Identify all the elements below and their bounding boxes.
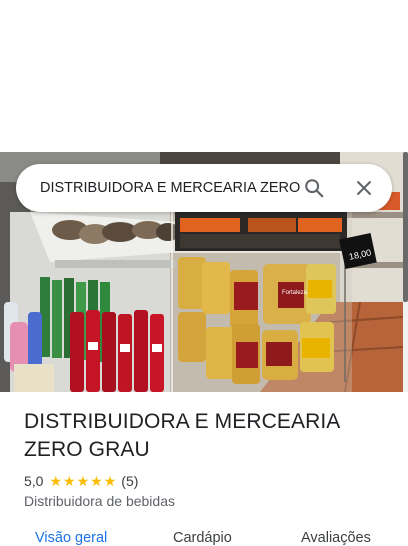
brand-label: Fortaleza <box>282 290 308 296</box>
search-icon <box>305 179 324 198</box>
rating-row[interactable]: 5,0 ★ ★ ★ ★ ★ (5) <box>24 472 138 490</box>
place-category[interactable]: Distribuidora de bebidas <box>24 493 175 509</box>
star-icon: ★ <box>63 473 76 489</box>
star-icon: ★ <box>76 473 90 489</box>
star-icon: ★ <box>90 473 103 489</box>
search-bar <box>16 164 392 212</box>
rating-stars: ★ ★ ★ ★ ★ <box>49 474 117 488</box>
search-input[interactable] <box>40 164 304 212</box>
review-count[interactable]: (5) <box>121 473 138 489</box>
rating-value: 5,0 <box>24 473 44 489</box>
search-button[interactable] <box>298 172 330 204</box>
place-title: DISTRIBUIDORA E MERCEARIA ZERO GRAU <box>24 410 340 461</box>
close-icon <box>357 181 371 195</box>
star-icon: ★ <box>103 473 117 489</box>
star-icon: ★ <box>49 473 63 489</box>
place-info-panel: DISTRIBUIDORA E MERCEARIA ZERO GRAU 5,0 … <box>0 392 408 546</box>
blank-area <box>0 0 408 152</box>
tab-bar: Visão geral Cardápio Avaliações <box>0 530 408 546</box>
scrollbar-thumb[interactable] <box>403 152 408 302</box>
close-button[interactable] <box>348 172 380 204</box>
